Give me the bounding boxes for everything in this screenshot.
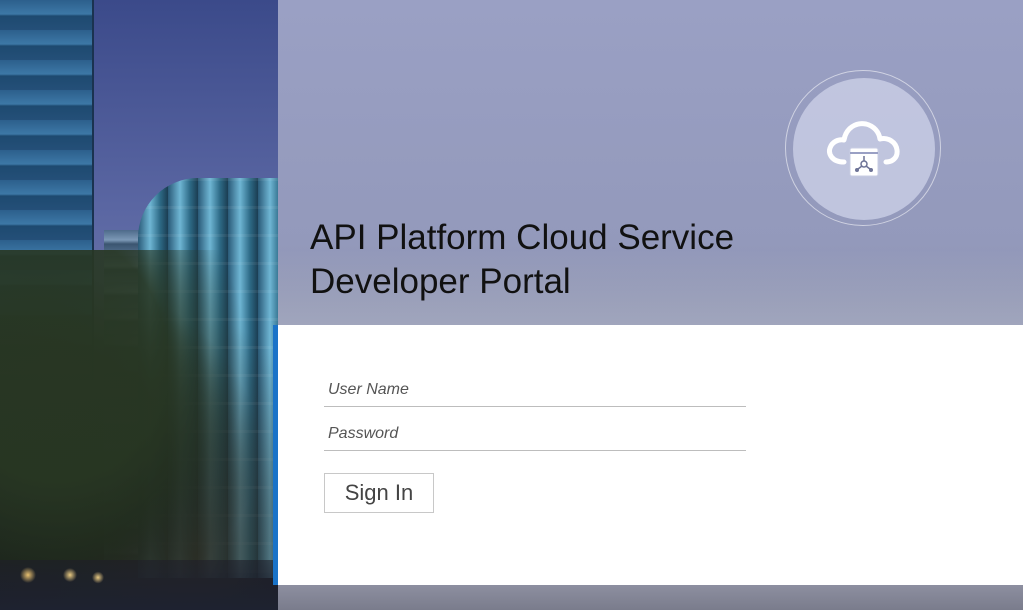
- background-bottom-strip: [278, 585, 1023, 610]
- sign-in-button[interactable]: Sign In: [324, 473, 434, 513]
- trees: [0, 250, 280, 610]
- password-input[interactable]: [324, 417, 746, 451]
- username-input[interactable]: [324, 373, 746, 407]
- cloud-api-icon: [827, 121, 900, 177]
- street-lights: [0, 560, 280, 610]
- background-photo: [0, 0, 280, 610]
- page-title-line1: API Platform Cloud Service: [310, 218, 735, 257]
- page-title-line2: Developer Portal: [310, 262, 571, 301]
- login-card: Sign In: [273, 325, 1023, 585]
- page-title: API Platform Cloud Service Developer Por…: [310, 216, 830, 304]
